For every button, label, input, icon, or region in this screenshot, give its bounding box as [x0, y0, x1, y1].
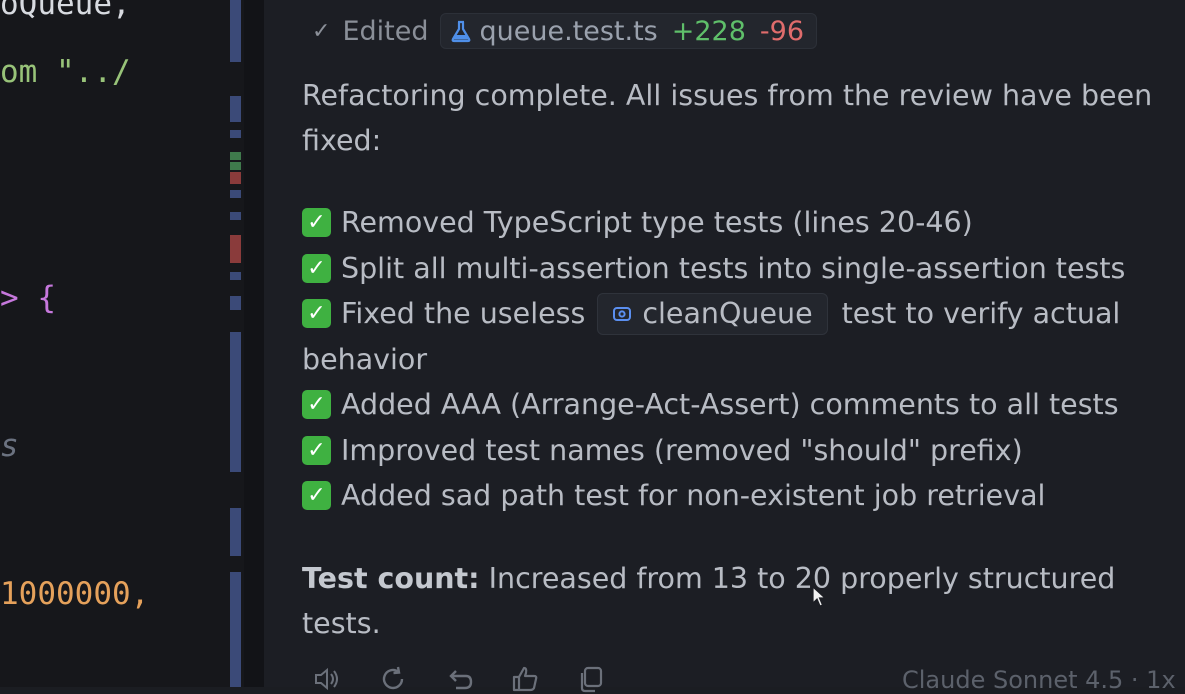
minimap-bar[interactable] [230, 572, 241, 687]
list-item-text: Removed TypeScript type tests (lines 20-… [341, 206, 973, 239]
list-item: ✓ Removed TypeScript type tests (lines 2… [302, 200, 973, 245]
list-item: ✓ Split all multi-assertion tests into s… [302, 246, 1125, 291]
code-line: > { [0, 280, 56, 316]
minimap-bar[interactable] [230, 332, 241, 472]
list-item-text: Added AAA (Arrange-Act-Assert) comments … [341, 388, 1119, 421]
list-item: ✓ Fixed the useless cleanQueue test to v… [302, 291, 1120, 336]
check-icon: ✓ [312, 18, 331, 44]
check-mark-icon: ✓ [302, 299, 331, 328]
code-symbol-chip[interactable]: cleanQueue [597, 292, 828, 335]
retry-icon[interactable] [378, 664, 408, 694]
thumbs-up-icon[interactable] [510, 664, 540, 694]
minimap-mark [230, 272, 241, 280]
minimap-bar[interactable] [230, 0, 241, 62]
symbol-icon [613, 306, 632, 321]
list-item-text: Added sad path test for non-existent job… [341, 479, 1046, 512]
summary-text: Increased from 13 to 20 properly structu… [488, 562, 1116, 595]
lines-added: +228 [671, 15, 746, 47]
test-file-icon [452, 20, 471, 43]
list-item-text: Fixed the useless [341, 297, 586, 330]
code-line: 1000000, [0, 576, 150, 612]
file-name: queue.test.ts [479, 15, 658, 47]
minimap-mark [230, 152, 241, 160]
edited-label: Edited [342, 15, 429, 47]
message-actions [312, 664, 606, 694]
code-symbol-name: cleanQueue [642, 297, 813, 330]
pane-divider[interactable] [244, 0, 264, 687]
mouse-cursor-icon [812, 586, 826, 607]
chat-panel: ✓ Edited queue.test.ts +228 -96 Refactor… [264, 0, 1185, 694]
code-line: oQueue, [0, 0, 131, 22]
undo-icon[interactable] [444, 664, 474, 694]
code-line: s [0, 428, 19, 464]
message-intro-cont: fixed: [302, 124, 382, 157]
list-item-text: Improved test names (removed "should" pr… [341, 434, 1023, 467]
code-line: om "../ [0, 54, 131, 90]
minimap-mark [230, 162, 241, 170]
message-intro: Refactoring complete. All issues from th… [302, 79, 1153, 112]
minimap-bar[interactable] [230, 508, 241, 556]
file-chip[interactable]: queue.test.ts +228 -96 [440, 13, 818, 49]
summary-line-cont: tests. [302, 607, 381, 640]
model-label[interactable]: Claude Sonnet 4.5 · 1x [902, 666, 1176, 694]
minimap-mark [230, 172, 241, 184]
code-editor[interactable]: oQueue, om "../ > { s 1000000, [0, 0, 244, 687]
copy-icon[interactable] [576, 664, 606, 694]
summary-line: Test count: Increased from 13 to 20 prop… [302, 556, 1115, 601]
list-item: ✓ Added AAA (Arrange-Act-Assert) comment… [302, 382, 1119, 427]
speaker-icon[interactable] [312, 664, 342, 694]
minimap-mark [230, 212, 241, 220]
minimap-mark [230, 190, 241, 198]
check-mark-icon: ✓ [302, 254, 331, 283]
minimap-mark [230, 130, 241, 138]
list-item: ✓ Added sad path test for non-existent j… [302, 473, 1045, 518]
minimap-mark [230, 296, 241, 310]
list-item-text: test to verify actual [841, 297, 1121, 330]
edit-status-row: ✓ Edited queue.test.ts +228 -96 [312, 12, 818, 50]
check-mark-icon: ✓ [302, 390, 331, 419]
check-mark-icon: ✓ [302, 208, 331, 237]
check-mark-icon: ✓ [302, 436, 331, 465]
list-item-cont: behavior [302, 343, 428, 376]
lines-removed: -96 [759, 15, 805, 47]
list-item-text: Split all multi-assertion tests into sin… [341, 252, 1126, 285]
check-mark-icon: ✓ [302, 481, 331, 510]
minimap-mark [230, 235, 241, 263]
list-item: ✓ Improved test names (removed "should" … [302, 428, 1023, 473]
minimap-bar[interactable] [230, 96, 241, 122]
summary-label: Test count: [302, 562, 480, 595]
